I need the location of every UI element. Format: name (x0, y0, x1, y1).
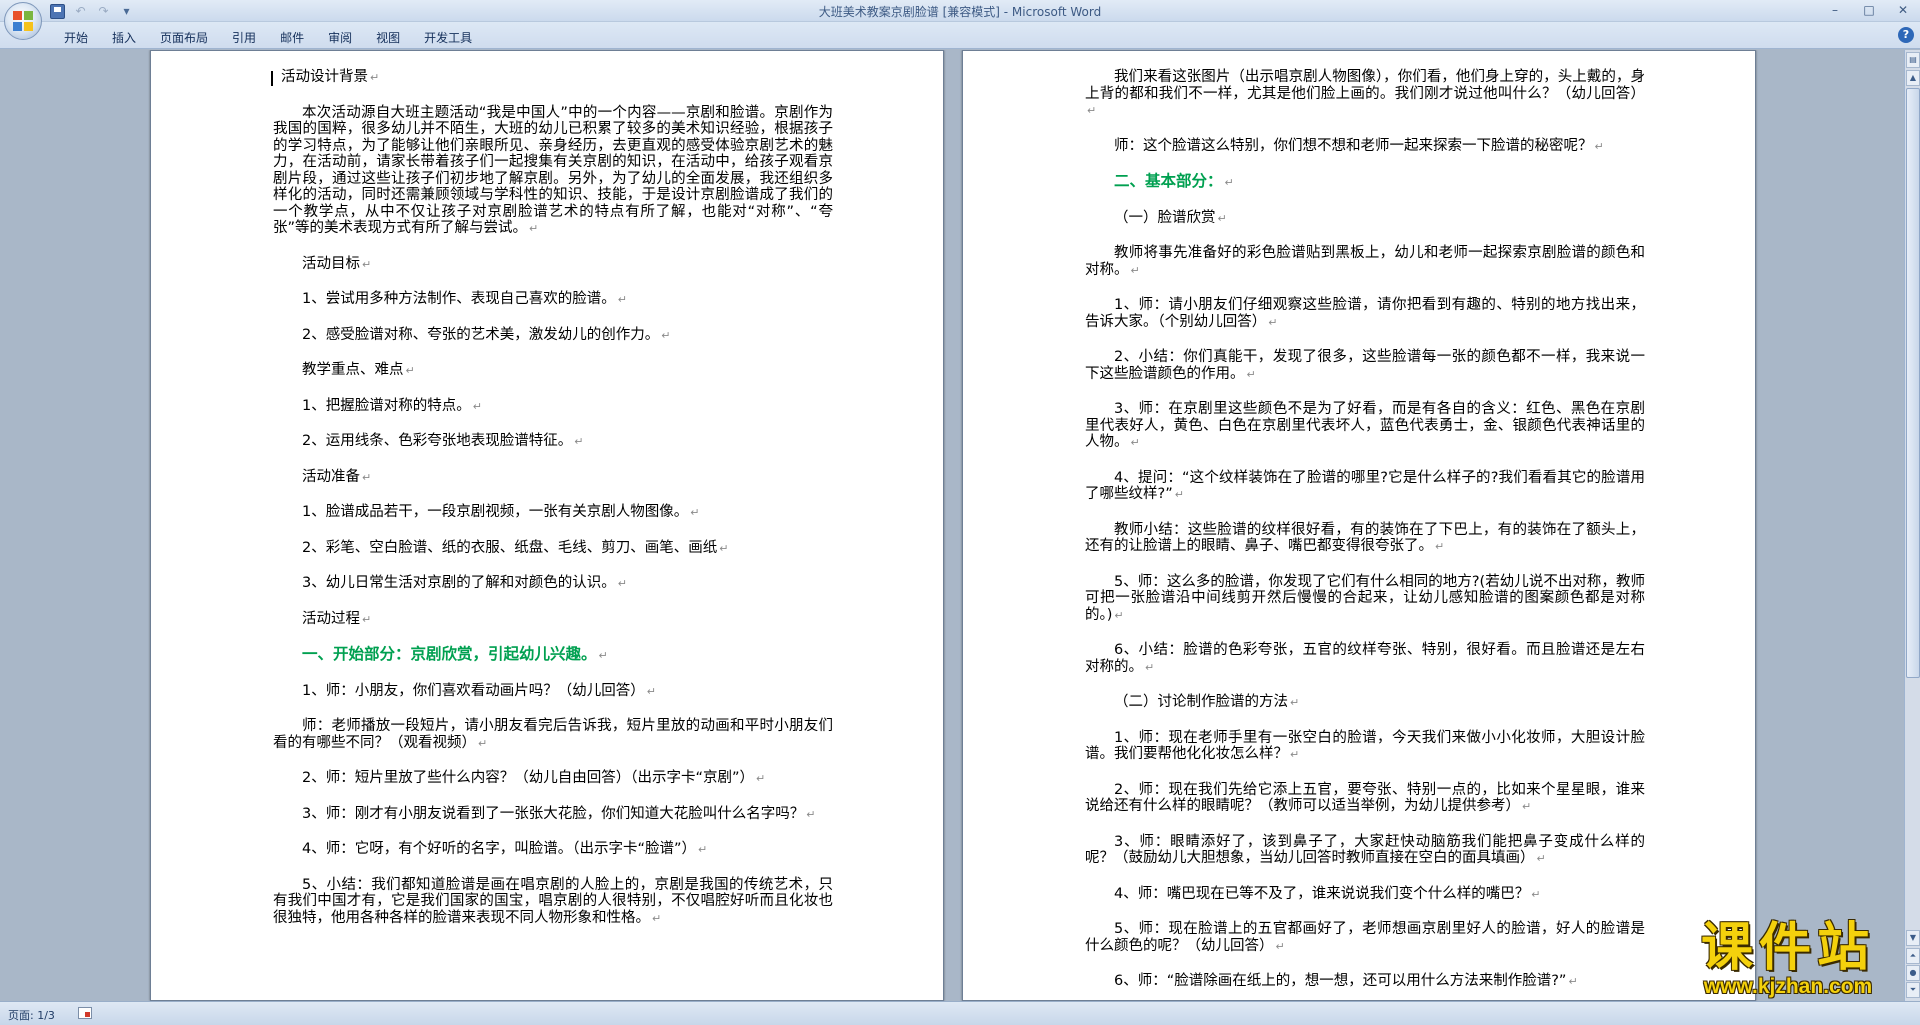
paragraph: 5、师：这么多的脸谱，你发现了它们有什么相同的地方?(若幼儿说不出对称，教师可把… (1085, 574, 1645, 625)
paragraph: 5、小结：我们都知道脸谱是画在唱京剧的人脸上的，京剧是我国的传统艺术，只有我们中… (273, 877, 833, 928)
customize-toolbar-icon[interactable]: ▾ (119, 4, 134, 19)
help-icon[interactable]: ? (1898, 27, 1914, 43)
paragraph: 1、脸谱成品若干，一段京剧视频，一张有关京剧人物图像。 (273, 504, 833, 522)
section-heading: 一、开始部分：京剧欣赏，引起幼儿兴趣。 (273, 646, 833, 665)
office-logo-icon (13, 11, 33, 31)
paragraph: 2、师：短片里放了些什么内容？（幼儿自由回答）（出示字卡“京剧”） (273, 770, 833, 788)
paragraph: 2、师：现在我们先给它添上五官，要夸张、特别一点的，比如来个星星眼，谁来说给还有… (1085, 782, 1645, 816)
proofing-icon[interactable] (78, 1007, 92, 1019)
paragraph: 2、感受脸谱对称、夸张的艺术美，激发幼儿的创作力。 (273, 327, 833, 345)
title-bar: ↶ ↷ ▾ 大班美术教案京剧脸谱 [兼容模式] - Microsoft Word… (0, 0, 1920, 22)
watermark-text: 课件站 (1700, 917, 1875, 978)
paragraph: 4、提问：“这个纹样装饰在了脸谱的哪里?它是什么样子的?我们看看其它的脸谱用了哪… (1085, 470, 1645, 504)
paragraph: 6、师：“脸谱除画在纸上的，想一想，还可以用什么方法来制作脸谱?” (1085, 973, 1645, 991)
paragraph: 教师小结：这些脸谱的纹样很好看，有的装饰在了下巴上，有的装饰在了额头上，还有的让… (1085, 522, 1645, 556)
paragraph: 1、把握脸谱对称的特点。 (273, 398, 833, 416)
section-heading: 二、基本部分： (1085, 173, 1645, 192)
tab-developer[interactable]: 开发工具 (412, 25, 484, 50)
paragraph: 1、尝试用多种方法制作、表现自己喜欢的脸谱。 (273, 291, 833, 309)
paragraph: 1、师：现在老师手里有一张空白的脸谱，今天我们来做小小化妆师，大胆设计脸谱。我们… (1085, 730, 1645, 764)
paragraph: 4、师：它呀，有个好听的名字，叫脸谱。（出示字卡“脸谱”） (273, 841, 833, 859)
paragraph: 活动设计背景 (273, 69, 833, 87)
paragraph: 教学重点、难点 (273, 362, 833, 380)
close-button[interactable]: ✕ (1886, 0, 1920, 20)
tab-page-layout[interactable]: 页面布局 (148, 25, 220, 50)
paragraph: 活动过程 (273, 611, 833, 629)
minimize-button[interactable]: – (1818, 0, 1852, 20)
browse-object-icon[interactable]: ● (1906, 965, 1920, 981)
save-icon[interactable] (50, 3, 65, 19)
scroll-up-icon[interactable]: ▲ (1906, 70, 1920, 86)
page-2-body: 我们来看这张图片（出示唱京剧人物图像），你们看，他们身上穿的，头上戴的，身上背的… (1085, 69, 1645, 1001)
paragraph: 活动准备 (273, 469, 833, 487)
tab-review[interactable]: 审阅 (316, 25, 364, 50)
paragraph: 3、师：眼睛添好了，该到鼻子了，大家赶快动脑筋我们能把鼻子变成什么样的呢？（鼓励… (1085, 834, 1645, 868)
document-page-1[interactable]: 活动设计背景 本次活动源自大班主题活动“我是中国人”中的一个内容——京剧和脸谱。… (150, 50, 944, 1001)
maximize-button[interactable]: □ (1852, 0, 1886, 20)
next-page-icon[interactable]: ⏷ (1906, 982, 1920, 998)
watermark-logo: 课件站 www.kjzhan.com (1668, 920, 1908, 1000)
scroll-down-icon[interactable]: ▼ (1906, 930, 1920, 946)
paragraph: 4、师：嘴巴现在已等不及了，谁来说说我们变个什么样的嘴巴？ (1085, 886, 1645, 904)
paragraph: （二）讨论制作脸谱的方法 (1085, 694, 1645, 712)
paragraph: 师：这个脸谱这么特别，你们想不想和老师一起来探索一下脸谱的秘密呢？ (1085, 138, 1645, 156)
tab-mailings[interactable]: 邮件 (268, 25, 316, 50)
paragraph: 教师将事先准备好的彩色脸谱贴到黑板上，幼儿和老师一起探索京剧脸谱的颜色和对称。 (1085, 245, 1645, 279)
paragraph: 2、小结：你们真能干，发现了很多，这些脸谱每一张的颜色都不一样，我来说一下这些脸… (1085, 349, 1645, 383)
undo-icon[interactable]: ↶ (73, 4, 88, 19)
office-button[interactable] (4, 2, 42, 40)
ribbon-tab-bar: 开始 插入 页面布局 引用 邮件 审阅 视图 开发工具 ? (0, 22, 1920, 49)
quick-access-toolbar: ↶ ↷ ▾ (50, 3, 134, 19)
page-count[interactable]: 页面: 1/3 (8, 1007, 55, 1023)
vertical-scrollbar[interactable]: ▤ ▲ ▼ ⏶ ● ⏷ (1904, 50, 1920, 1001)
page-1-body: 活动设计背景 本次活动源自大班主题活动“我是中国人”中的一个内容——京剧和脸谱。… (273, 69, 833, 945)
tab-view[interactable]: 视图 (364, 25, 412, 50)
paragraph: 2、彩笔、空白脸谱、纸的衣服、纸盘、毛线、剪刀、画笔、画纸 (273, 540, 833, 558)
scroll-thumb[interactable] (1906, 88, 1920, 678)
paragraph: 3、师：刚才有小朋友说看到了一张张大花脸，你们知道大花脸叫什么名字吗？ (273, 806, 833, 824)
window-controls: – □ ✕ (1818, 0, 1920, 20)
document-area: 活动设计背景 本次活动源自大班主题活动“我是中国人”中的一个内容——京剧和脸谱。… (0, 50, 1904, 1001)
paragraph: 本次活动源自大班主题活动“我是中国人”中的一个内容——京剧和脸谱。京剧作为我国的… (273, 105, 833, 238)
paragraph: （一）脸谱欣赏 (1085, 210, 1645, 228)
paragraph: 我们来看这张图片（出示唱京剧人物图像），你们看，他们身上穿的，头上戴的，身上背的… (1085, 69, 1645, 120)
status-bar: 页面: 1/3 (0, 1001, 1920, 1025)
paragraph: 3、师：在京剧里这些颜色不是为了好看，而是有各自的含义：红色、黑色在京剧里代表好… (1085, 401, 1645, 452)
window-title: 大班美术教案京剧脸谱 [兼容模式] - Microsoft Word (818, 5, 1102, 19)
paragraph: 活动目标 (273, 256, 833, 274)
tab-home[interactable]: 开始 (52, 25, 100, 50)
paragraph: 6、小结：脸谱的色彩夸张，五官的纹样夸张、特别，很好看。而且脸谱还是左右对称的。 (1085, 642, 1645, 676)
ribbon-tabs: 开始 插入 页面布局 引用 邮件 审阅 视图 开发工具 (52, 25, 484, 50)
paragraph: 3、幼儿日常生活对京剧的了解和对颜色的认识。 (273, 575, 833, 593)
paragraph: 1、师：小朋友，你们喜欢看动画片吗？（幼儿回答） (273, 683, 833, 701)
document-page-2[interactable]: 我们来看这张图片（出示唱京剧人物图像），你们看，他们身上穿的，头上戴的，身上背的… (962, 50, 1756, 1001)
ruler-toggle-icon[interactable]: ▤ (1906, 52, 1920, 68)
paragraph: 师：老师播放一段短片，请小朋友看完后告诉我，短片里放的动画和平时小朋友们看的有哪… (273, 718, 833, 752)
tab-references[interactable]: 引用 (220, 25, 268, 50)
paragraph: 2、运用线条、色彩夸张地表现脸谱特征。 (273, 433, 833, 451)
redo-icon[interactable]: ↷ (96, 4, 111, 19)
watermark-url: www.kjzhan.com (1703, 975, 1873, 998)
paragraph: 5、师：现在脸谱上的五官都画好了，老师想画京剧里好人的脸谱，好人的脸谱是什么颜色… (1085, 921, 1645, 955)
previous-page-icon[interactable]: ⏶ (1906, 948, 1920, 964)
tab-insert[interactable]: 插入 (100, 25, 148, 50)
paragraph: 1、师：请小朋友们仔细观察这些脸谱，请你把看到有趣的、特别的地方找出来，告诉大家… (1085, 297, 1645, 331)
